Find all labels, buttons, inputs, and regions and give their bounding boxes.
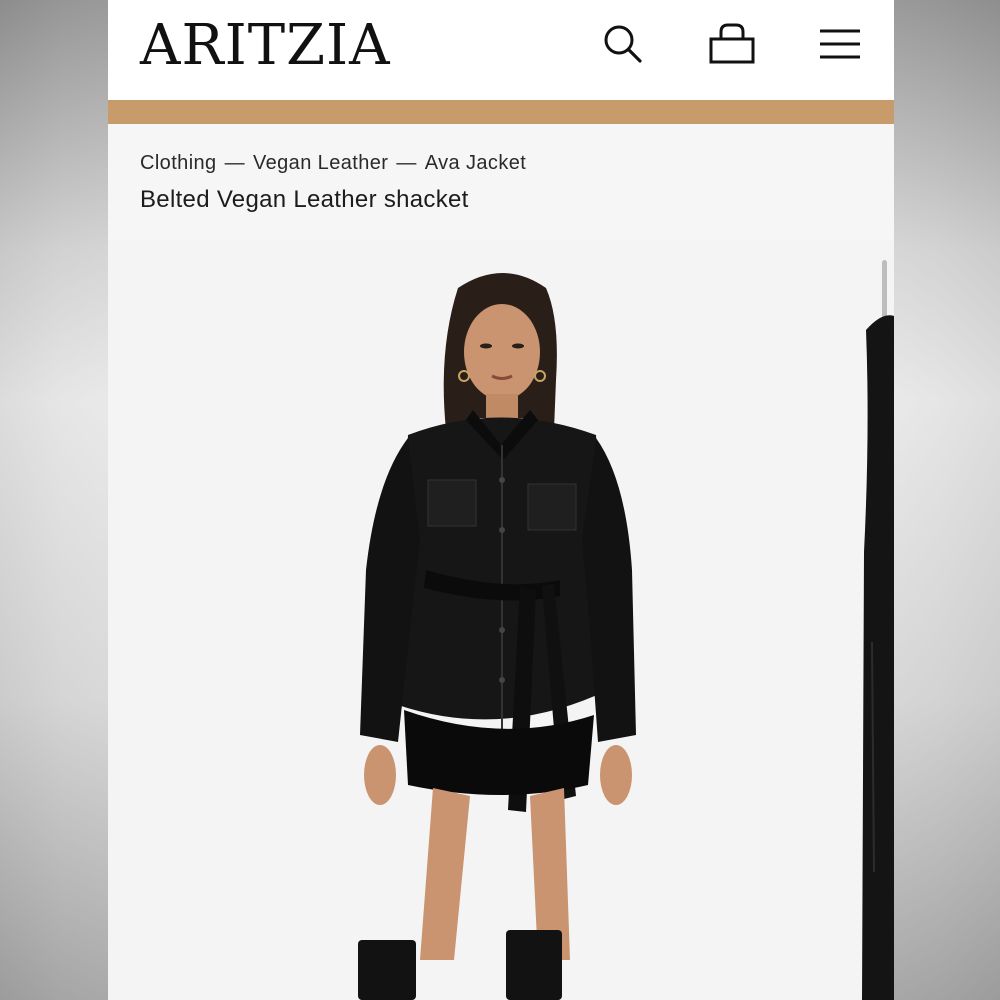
site-header: ARITZIA bbox=[108, 0, 894, 100]
menu-icon[interactable] bbox=[818, 22, 862, 66]
breadcrumb-separator: — bbox=[396, 152, 417, 174]
product-image-model[interactable] bbox=[108, 240, 894, 1000]
phone-screen: ARITZIA Clothing — Vegan Leather — Ava Jacke… bbox=[108, 0, 894, 1000]
backdrop-right-edge bbox=[892, 0, 1000, 1000]
product-title: Belted Vegan Leather shacket bbox=[140, 186, 469, 213]
shopping-bag-icon[interactable] bbox=[708, 22, 755, 66]
breadcrumb-vegan-leather[interactable]: Vegan Leather bbox=[253, 152, 388, 174]
next-image-peek[interactable] bbox=[862, 312, 894, 1000]
backdrop-left-edge bbox=[0, 0, 108, 1000]
promo-banner[interactable] bbox=[108, 100, 894, 124]
breadcrumb: Clothing — Vegan Leather — Ava Jacket bbox=[140, 152, 526, 175]
search-icon[interactable] bbox=[601, 22, 645, 66]
breadcrumb-clothing[interactable]: Clothing bbox=[140, 152, 217, 174]
product-image-gallery[interactable] bbox=[108, 240, 894, 1000]
breadcrumb-ava-jacket[interactable]: Ava Jacket bbox=[425, 152, 526, 174]
aritzia-logo[interactable]: ARITZIA bbox=[140, 14, 391, 78]
breadcrumb-separator: — bbox=[224, 152, 245, 174]
